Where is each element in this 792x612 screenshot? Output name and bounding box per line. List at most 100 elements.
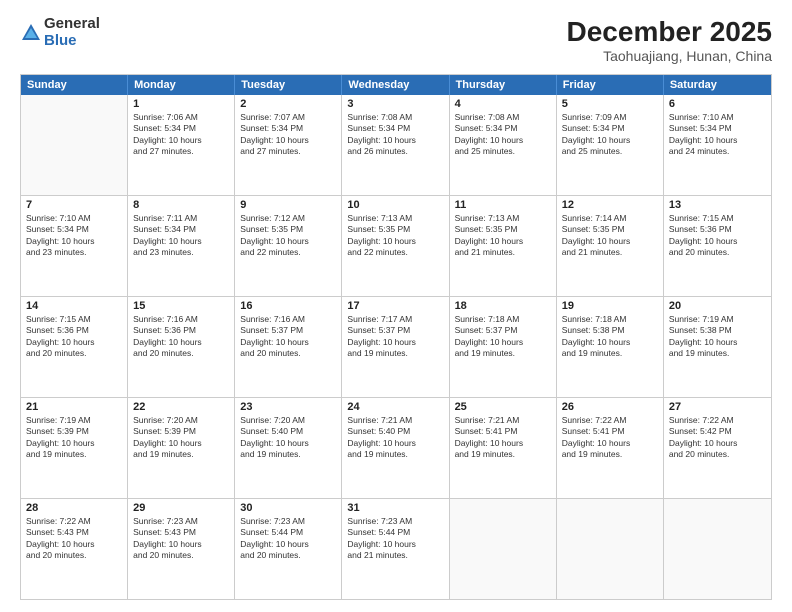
calendar-cell: 3Sunrise: 7:08 AM Sunset: 5:34 PM Daylig… <box>342 95 449 195</box>
day-number: 28 <box>26 502 122 514</box>
calendar-cell: 10 Sunrise: 7:13 AM Sunset: 5:35 PM Dayli… <box>342 196 449 296</box>
day-number: 30 <box>240 502 336 514</box>
calendar-cell: 20 Sunrise: 7:19 AM Sunset: 5:38 PM Dayli… <box>664 297 771 397</box>
cell-info: Sunrise: 7:10 AM Sunset: 5:34 PM Dayligh… <box>26 213 122 259</box>
logo-icon <box>20 22 42 44</box>
calendar-row: 28 Sunrise: 7:22 AM Sunset: 5:43 PM Dayli… <box>21 498 771 599</box>
cell-info: Sunrise: 7:11 AM Sunset: 5:34 PM Dayligh… <box>133 213 229 259</box>
location: Taohuajiang, Hunan, China <box>567 48 772 64</box>
day-number: 29 <box>133 502 229 514</box>
calendar-cell: 16 Sunrise: 7:16 AM Sunset: 5:37 PM Dayli… <box>235 297 342 397</box>
calendar-cell <box>664 499 771 599</box>
calendar-cell: 21 Sunrise: 7:19 AM Sunset: 5:39 PM Dayli… <box>21 398 128 498</box>
calendar-cell: 5 Sunrise: 7:09 AM Sunset: 5:34 PM Daylig… <box>557 95 664 195</box>
calendar-cell: 14Sunrise: 7:15 AM Sunset: 5:36 PM Dayli… <box>21 297 128 397</box>
day-number: 2 <box>240 98 336 110</box>
calendar-cell: 29 Sunrise: 7:23 AM Sunset: 5:43 PM Dayli… <box>128 499 235 599</box>
cell-info: Sunrise: 7:21 AM Sunset: 5:41 PM Dayligh… <box>455 415 551 461</box>
cell-info: Sunrise: 7:15 AM Sunset: 5:36 PM Dayligh… <box>669 213 766 259</box>
day-number: 3 <box>347 98 443 110</box>
day-number: 23 <box>240 401 336 413</box>
cell-info: Sunrise: 7:09 AM Sunset: 5:34 PM Dayligh… <box>562 112 658 158</box>
calendar-cell <box>21 95 128 195</box>
calendar-header-cell: Thursday <box>450 75 557 95</box>
cell-info: Sunrise: 7:13 AM Sunset: 5:35 PM Dayligh… <box>455 213 551 259</box>
day-number: 4 <box>455 98 551 110</box>
calendar-cell: 31Sunrise: 7:23 AM Sunset: 5:44 PM Dayli… <box>342 499 449 599</box>
calendar-row: 14Sunrise: 7:15 AM Sunset: 5:36 PM Dayli… <box>21 296 771 397</box>
cell-info: Sunrise: 7:22 AM Sunset: 5:43 PM Dayligh… <box>26 516 122 562</box>
day-number: 21 <box>26 401 122 413</box>
calendar-cell: 22 Sunrise: 7:20 AM Sunset: 5:39 PM Dayli… <box>128 398 235 498</box>
day-number: 31 <box>347 502 443 514</box>
day-number: 17 <box>347 300 443 312</box>
calendar-cell: 27Sunrise: 7:22 AM Sunset: 5:42 PM Dayli… <box>664 398 771 498</box>
day-number: 9 <box>240 199 336 211</box>
day-number: 15 <box>133 300 229 312</box>
calendar-header-cell: Wednesday <box>342 75 449 95</box>
calendar-cell: 11 Sunrise: 7:13 AM Sunset: 5:35 PM Dayli… <box>450 196 557 296</box>
day-number: 13 <box>669 199 766 211</box>
calendar-cell: 12 Sunrise: 7:14 AM Sunset: 5:35 PM Dayli… <box>557 196 664 296</box>
day-number: 11 <box>455 199 551 211</box>
day-number: 19 <box>562 300 658 312</box>
calendar-cell: 1Sunrise: 7:06 AM Sunset: 5:34 PM Daylig… <box>128 95 235 195</box>
cell-info: Sunrise: 7:18 AM Sunset: 5:38 PM Dayligh… <box>562 314 658 360</box>
cell-info: Sunrise: 7:22 AM Sunset: 5:41 PM Dayligh… <box>562 415 658 461</box>
day-number: 25 <box>455 401 551 413</box>
day-number: 6 <box>669 98 766 110</box>
cell-info: Sunrise: 7:23 AM Sunset: 5:43 PM Dayligh… <box>133 516 229 562</box>
calendar: SundayMondayTuesdayWednesdayThursdayFrid… <box>20 74 772 600</box>
cell-info: Sunrise: 7:19 AM Sunset: 5:38 PM Dayligh… <box>669 314 766 360</box>
day-number: 5 <box>562 98 658 110</box>
day-number: 12 <box>562 199 658 211</box>
cell-info: Sunrise: 7:14 AM Sunset: 5:35 PM Dayligh… <box>562 213 658 259</box>
day-number: 8 <box>133 199 229 211</box>
header: General Blue December 2025 Taohuajiang, … <box>20 16 772 64</box>
calendar-cell: 15 Sunrise: 7:16 AM Sunset: 5:36 PM Dayli… <box>128 297 235 397</box>
cell-info: Sunrise: 7:20 AM Sunset: 5:40 PM Dayligh… <box>240 415 336 461</box>
calendar-cell: 18 Sunrise: 7:18 AM Sunset: 5:37 PM Dayli… <box>450 297 557 397</box>
day-number: 10 <box>347 199 443 211</box>
calendar-header-cell: Saturday <box>664 75 771 95</box>
calendar-cell: 13 Sunrise: 7:15 AM Sunset: 5:36 PM Dayli… <box>664 196 771 296</box>
cell-info: Sunrise: 7:23 AM Sunset: 5:44 PM Dayligh… <box>240 516 336 562</box>
calendar-row: 1Sunrise: 7:06 AM Sunset: 5:34 PM Daylig… <box>21 95 771 195</box>
calendar-cell: 24 Sunrise: 7:21 AM Sunset: 5:40 PM Dayli… <box>342 398 449 498</box>
calendar-header-cell: Friday <box>557 75 664 95</box>
cell-info: Sunrise: 7:16 AM Sunset: 5:37 PM Dayligh… <box>240 314 336 360</box>
day-number: 16 <box>240 300 336 312</box>
calendar-cell: 26 Sunrise: 7:22 AM Sunset: 5:41 PM Dayli… <box>557 398 664 498</box>
calendar-cell: 7Sunrise: 7:10 AM Sunset: 5:34 PM Daylig… <box>21 196 128 296</box>
calendar-cell: 23 Sunrise: 7:20 AM Sunset: 5:40 PM Dayli… <box>235 398 342 498</box>
cell-info: Sunrise: 7:20 AM Sunset: 5:39 PM Dayligh… <box>133 415 229 461</box>
cell-info: Sunrise: 7:12 AM Sunset: 5:35 PM Dayligh… <box>240 213 336 259</box>
title-block: December 2025 Taohuajiang, Hunan, China <box>567 16 772 64</box>
day-number: 26 <box>562 401 658 413</box>
cell-info: Sunrise: 7:16 AM Sunset: 5:36 PM Dayligh… <box>133 314 229 360</box>
calendar-body: 1Sunrise: 7:06 AM Sunset: 5:34 PM Daylig… <box>21 95 771 599</box>
calendar-row: 7Sunrise: 7:10 AM Sunset: 5:34 PM Daylig… <box>21 195 771 296</box>
calendar-cell: 30 Sunrise: 7:23 AM Sunset: 5:44 PM Dayli… <box>235 499 342 599</box>
calendar-header-cell: Tuesday <box>235 75 342 95</box>
calendar-cell: 4Sunrise: 7:08 AM Sunset: 5:34 PM Daylig… <box>450 95 557 195</box>
day-number: 27 <box>669 401 766 413</box>
day-number: 22 <box>133 401 229 413</box>
page: General Blue December 2025 Taohuajiang, … <box>0 0 792 612</box>
day-number: 20 <box>669 300 766 312</box>
day-number: 24 <box>347 401 443 413</box>
cell-info: Sunrise: 7:07 AM Sunset: 5:34 PM Dayligh… <box>240 112 336 158</box>
cell-info: Sunrise: 7:17 AM Sunset: 5:37 PM Dayligh… <box>347 314 443 360</box>
calendar-cell <box>450 499 557 599</box>
cell-info: Sunrise: 7:13 AM Sunset: 5:35 PM Dayligh… <box>347 213 443 259</box>
cell-info: Sunrise: 7:18 AM Sunset: 5:37 PM Dayligh… <box>455 314 551 360</box>
calendar-header: SundayMondayTuesdayWednesdayThursdayFrid… <box>21 75 771 95</box>
cell-info: Sunrise: 7:15 AM Sunset: 5:36 PM Dayligh… <box>26 314 122 360</box>
calendar-header-cell: Sunday <box>21 75 128 95</box>
cell-info: Sunrise: 7:19 AM Sunset: 5:39 PM Dayligh… <box>26 415 122 461</box>
cell-info: Sunrise: 7:21 AM Sunset: 5:40 PM Dayligh… <box>347 415 443 461</box>
day-number: 18 <box>455 300 551 312</box>
logo: General Blue <box>20 16 100 49</box>
cell-info: Sunrise: 7:10 AM Sunset: 5:34 PM Dayligh… <box>669 112 766 158</box>
calendar-row: 21 Sunrise: 7:19 AM Sunset: 5:39 PM Dayli… <box>21 397 771 498</box>
